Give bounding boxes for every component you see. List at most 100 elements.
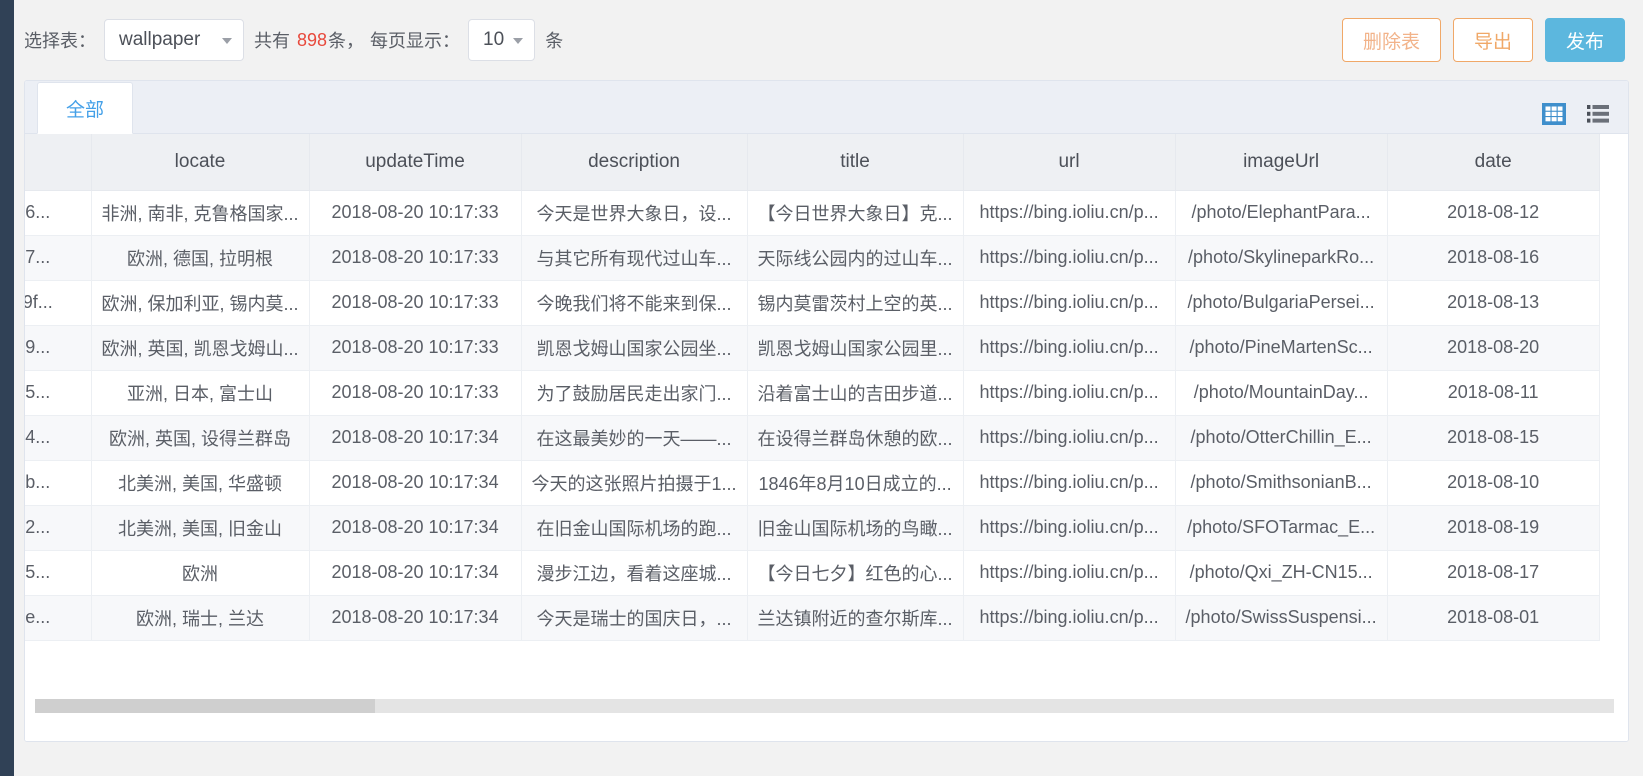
tabs-bar: 全部 xyxy=(25,81,1628,134)
cell-updatetime: 2018-08-20 10:17:33 xyxy=(309,370,522,416)
column-header-id[interactable] xyxy=(25,134,92,191)
page-size-select[interactable]: 10 xyxy=(468,19,536,61)
table-row[interactable]: 2... 北美洲, 美国, 旧金山 2018-08-20 10:17:34 在旧金山国… xyxy=(25,505,1600,551)
cell-title: 【今日七夕】红色的心... xyxy=(747,550,964,596)
cell-updatetime: 2018-08-20 10:17:34 xyxy=(309,595,522,641)
table-header-row: locate updateTime description title url … xyxy=(25,134,1600,191)
table-select[interactable]: wallpaper xyxy=(104,19,244,61)
cell-date: 2018-08-20 xyxy=(1387,325,1600,371)
column-header-updatetime[interactable]: updateTime xyxy=(309,134,522,191)
table-row[interactable]: b... 北美洲, 美国, 华盛顿 2018-08-20 10:17:34 今天的这张… xyxy=(25,460,1600,506)
card-footer-strip xyxy=(25,717,1628,741)
table-row[interactable]: 9f... 欧洲, 保加利亚, 锡内莫... 2018-08-20 10:17:33… xyxy=(25,280,1600,326)
cell-id: 9f... xyxy=(25,280,92,326)
cell-title: 天际线公园内的过山车... xyxy=(747,235,964,281)
chevron-down-icon xyxy=(222,38,232,44)
cell-description: 漫步江边，看着这座城... xyxy=(521,550,748,596)
cell-updatetime: 2018-08-20 10:17:33 xyxy=(309,190,522,236)
export-button[interactable]: 导出 xyxy=(1452,18,1533,62)
cell-locate: 欧洲, 英国, 设得兰群岛 xyxy=(91,415,310,461)
cell-title: 凯恩戈姆山国家公园里... xyxy=(747,325,964,371)
select-table-label: 选择表： xyxy=(24,31,96,51)
cell-description: 今天是世界大象日，设... xyxy=(521,190,748,236)
tab-all-label: 全部 xyxy=(65,99,104,121)
cell-locate: 非洲, 南非, 克鲁格国家... xyxy=(91,190,310,236)
tab-all[interactable]: 全部 xyxy=(37,82,133,134)
list-view-icon[interactable] xyxy=(1586,103,1610,125)
page-container: 选择表： wallpaper 共有 898 条， 每页显示： 10 条 删除表 … xyxy=(14,0,1643,776)
view-toggle-group xyxy=(1542,103,1628,133)
cell-locate: 北美洲, 美国, 旧金山 xyxy=(91,505,310,551)
cell-title: 锡内莫雷茨村上空的英... xyxy=(747,280,964,326)
table-row[interactable]: 7... 欧洲, 德国, 拉明根 2018-08-20 10:17:33 与其它所有现… xyxy=(25,235,1600,281)
cell-updatetime: 2018-08-20 10:17:34 xyxy=(309,505,522,551)
column-header-locate[interactable]: locate xyxy=(91,134,310,191)
table-row[interactable]: 5... 欧洲 2018-08-20 10:17:34 漫步江边，看着这座城... 【今… xyxy=(25,550,1600,596)
column-header-imageurl[interactable]: imageUrl xyxy=(1175,134,1388,191)
cell-date: 2018-08-15 xyxy=(1387,415,1600,461)
cell-id: 5... xyxy=(25,370,92,416)
cell-url: https://bing.ioliu.cn/p... xyxy=(963,415,1176,461)
cell-locate: 亚洲, 日本, 富士山 xyxy=(91,370,310,416)
cell-description: 为了鼓励居民走出家门... xyxy=(521,370,748,416)
cell-imageurl: /photo/MountainDay... xyxy=(1175,370,1388,416)
cell-id: 5... xyxy=(25,550,92,596)
table-row[interactable]: e... 欧洲, 瑞士, 兰达 2018-08-20 10:17:34 今天是瑞士的国… xyxy=(25,595,1600,641)
cell-locate: 欧洲, 英国, 凯恩戈姆山... xyxy=(91,325,310,371)
horizontal-scrollbar-thumb[interactable] xyxy=(35,699,375,713)
total-prefix-label: 共有 xyxy=(254,31,290,51)
cell-id: 6... xyxy=(25,190,92,236)
publish-button[interactable]: 发布 xyxy=(1544,18,1625,62)
toolbar-left-group: 选择表： wallpaper 共有 898 条， 每页显示： 10 条 xyxy=(24,19,569,61)
cell-url: https://bing.ioliu.cn/p... xyxy=(963,370,1176,416)
cell-date: 2018-08-10 xyxy=(1387,460,1600,506)
table-row[interactable]: 4... 欧洲, 英国, 设得兰群岛 2018-08-20 10:17:34 在这最美… xyxy=(25,415,1600,461)
cell-imageurl: /photo/SkylineparkRo... xyxy=(1175,235,1388,281)
delete-table-button[interactable]: 删除表 xyxy=(1341,18,1441,62)
page-size-label: 每页显示： xyxy=(370,31,461,51)
cell-date: 2018-08-12 xyxy=(1387,190,1600,236)
cell-description: 今晚我们将不能来到保... xyxy=(521,280,748,326)
cell-id: 4... xyxy=(25,415,92,461)
cell-date: 2018-08-17 xyxy=(1387,550,1600,596)
cell-imageurl: /photo/BulgariaPersei... xyxy=(1175,280,1388,326)
cell-id: b... xyxy=(25,460,92,506)
column-header-url[interactable]: url xyxy=(963,134,1176,191)
cell-title: 1846年8月10日成立的... xyxy=(747,460,964,506)
cell-imageurl: /photo/PineMartenSc... xyxy=(1175,325,1388,371)
toolbar: 选择表： wallpaper 共有 898 条， 每页显示： 10 条 删除表 … xyxy=(14,0,1643,80)
horizontal-scrollbar-track[interactable] xyxy=(35,699,1614,713)
cell-date: 2018-08-13 xyxy=(1387,280,1600,326)
cell-description: 与其它所有现代过山车... xyxy=(521,235,748,281)
cell-url: https://bing.ioliu.cn/p... xyxy=(963,550,1176,596)
cell-id: 2... xyxy=(25,505,92,551)
column-header-date[interactable]: date xyxy=(1387,134,1600,191)
cell-title: 旧金山国际机场的鸟瞰... xyxy=(747,505,964,551)
column-header-title[interactable]: title xyxy=(747,134,964,191)
cell-imageurl: /photo/SmithsonianB... xyxy=(1175,460,1388,506)
column-header-description[interactable]: description xyxy=(521,134,748,191)
table-row[interactable]: 5... 亚洲, 日本, 富士山 2018-08-20 10:17:33 为了鼓励居民… xyxy=(25,370,1600,416)
cell-updatetime: 2018-08-20 10:17:33 xyxy=(309,235,522,281)
cell-url: https://bing.ioliu.cn/p... xyxy=(963,280,1176,326)
cell-title: 在设得兰群岛休憩的欧... xyxy=(747,415,964,461)
cell-url: https://bing.ioliu.cn/p... xyxy=(963,325,1176,371)
cell-imageurl: /photo/SFOTarmac_E... xyxy=(1175,505,1388,551)
cell-date: 2018-08-16 xyxy=(1387,235,1600,281)
cell-title: 沿着富士山的吉田步道... xyxy=(747,370,964,416)
cell-updatetime: 2018-08-20 10:17:34 xyxy=(309,460,522,506)
table-row[interactable]: 9... 欧洲, 英国, 凯恩戈姆山... 2018-08-20 10:17:33 凯… xyxy=(25,325,1600,371)
cell-locate: 欧洲, 瑞士, 兰达 xyxy=(91,595,310,641)
table-select-value: wallpaper xyxy=(119,29,201,50)
cell-url: https://bing.ioliu.cn/p... xyxy=(963,505,1176,551)
cell-updatetime: 2018-08-20 10:17:33 xyxy=(309,325,522,371)
cell-imageurl: /photo/OtterChillin_E... xyxy=(1175,415,1388,461)
cell-locate: 欧洲, 德国, 拉明根 xyxy=(91,235,310,281)
table-scroll-area[interactable]: locate updateTime description title url … xyxy=(25,134,1628,674)
table-head: locate updateTime description title url … xyxy=(25,134,1600,191)
grid-view-icon[interactable] xyxy=(1542,103,1566,125)
cell-updatetime: 2018-08-20 10:17:33 xyxy=(309,280,522,326)
page-size-unit-label: 条 xyxy=(545,31,564,51)
toolbar-right-group: 删除表 导出 发布 xyxy=(1341,18,1625,62)
table-row[interactable]: 6... 非洲, 南非, 克鲁格国家... 2018-08-20 10:17:33 今… xyxy=(25,190,1600,236)
